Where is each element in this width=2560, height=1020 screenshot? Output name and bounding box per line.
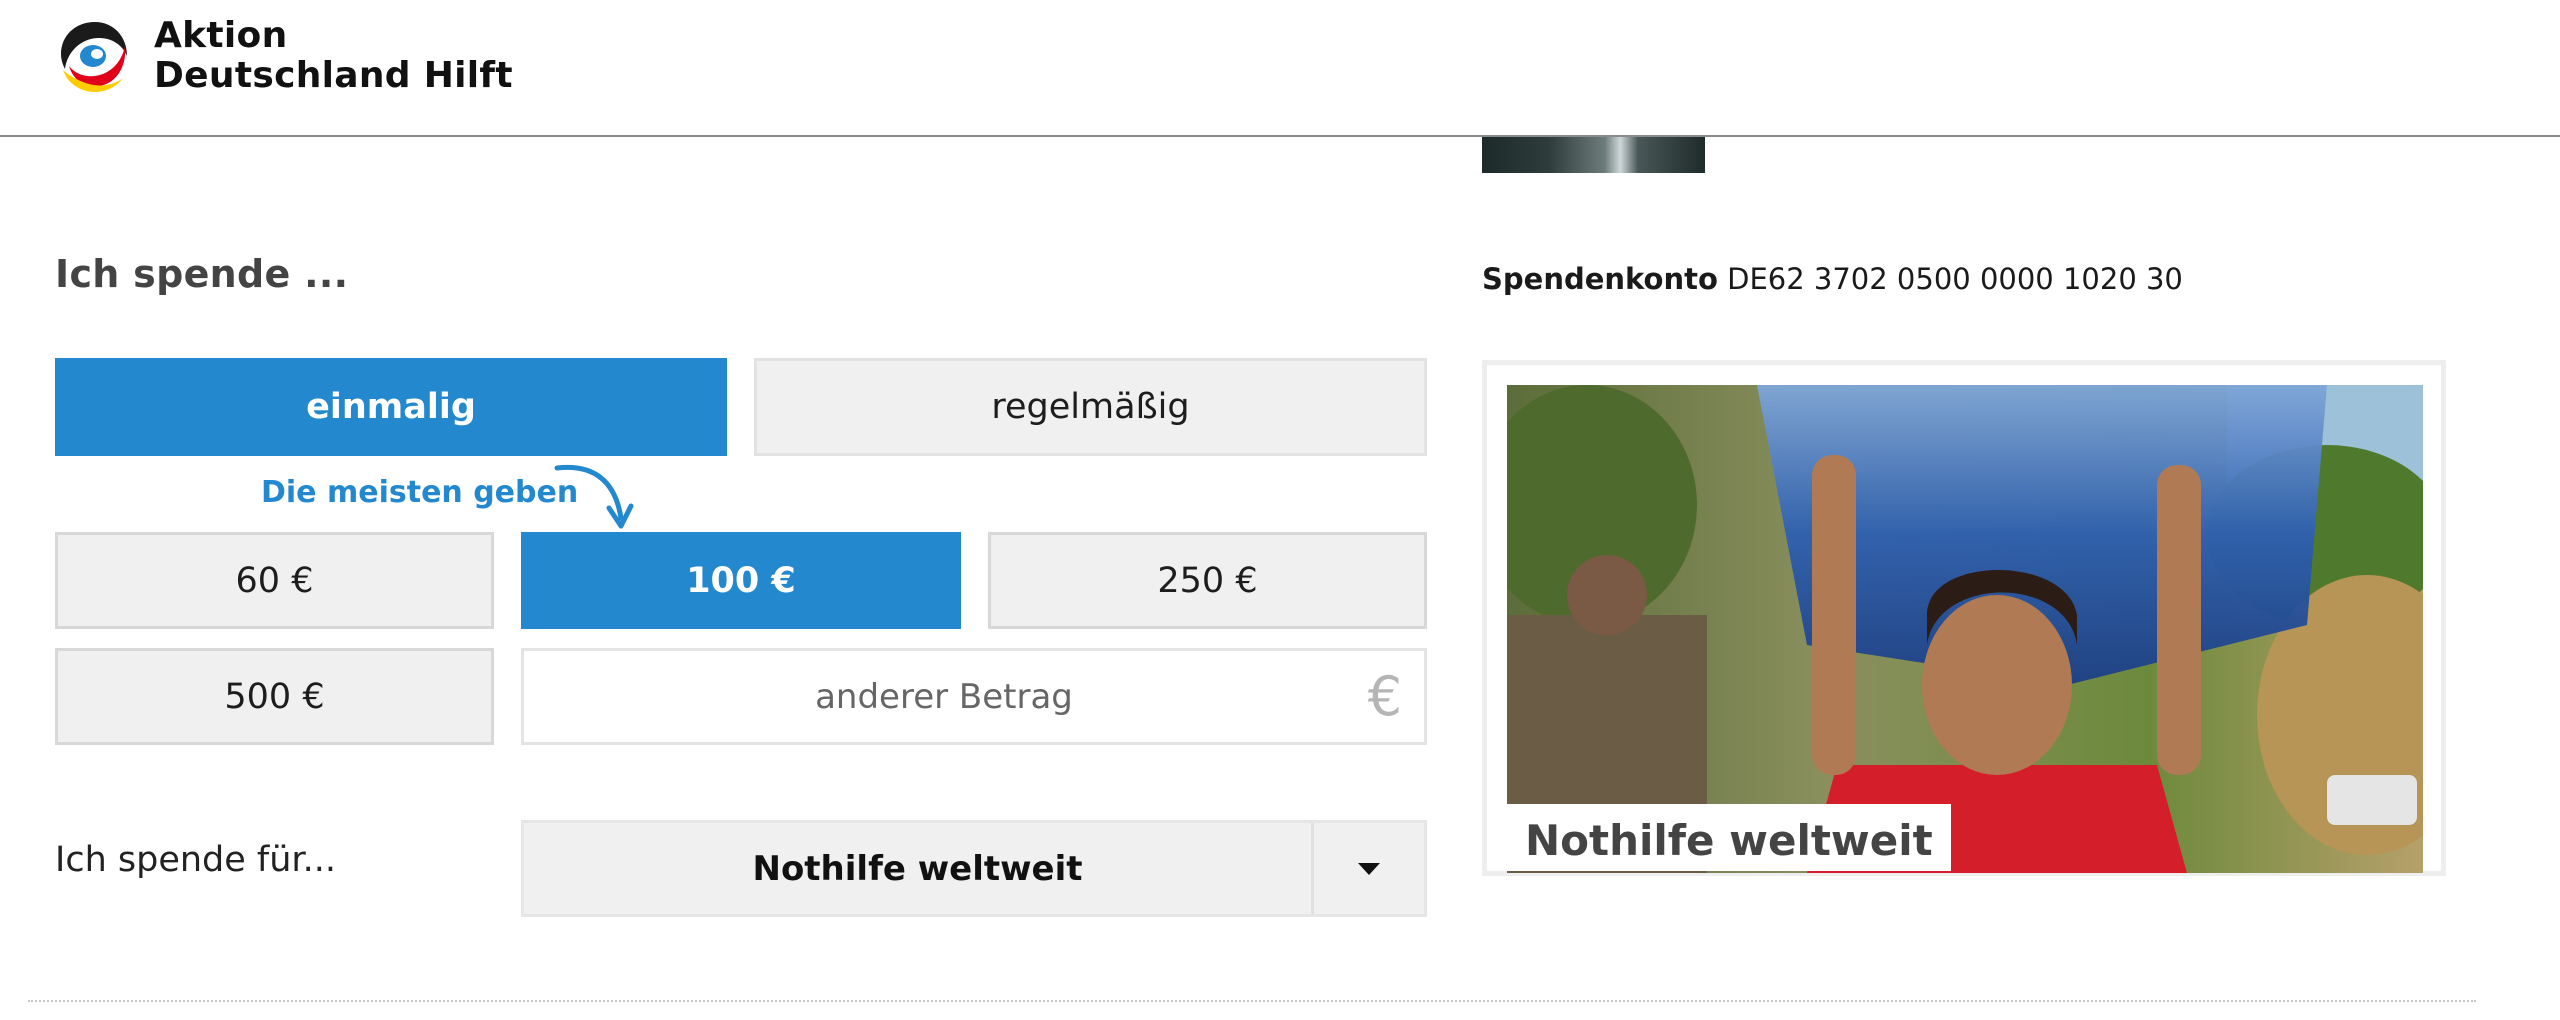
other-amount-input[interactable] xyxy=(524,651,1424,742)
account-iban: DE62 3702 0500 0000 1020 30 xyxy=(1727,262,2183,296)
amount-250-button[interactable]: 250 € xyxy=(988,532,1427,629)
caret-down-icon xyxy=(1358,862,1380,875)
purpose-label: Ich spende für... xyxy=(55,840,336,880)
brand-line-1: Aktion xyxy=(154,15,288,56)
amount-500-button[interactable]: 500 € xyxy=(55,648,494,745)
purpose-select[interactable]: Nothilfe weltweit xyxy=(521,820,1427,917)
campaign-card[interactable]: Nothilfe weltweit xyxy=(1482,360,2446,876)
popular-amount-hint: Die meisten geben xyxy=(261,475,579,510)
aktion-deutschland-hilft-logo-icon[interactable] xyxy=(55,16,135,96)
brand-line-2: Deutschland Hilft xyxy=(154,55,513,96)
curved-arrow-icon xyxy=(554,464,634,529)
purpose-select-toggle[interactable] xyxy=(1314,823,1424,914)
form-title: Ich spende ... xyxy=(55,252,349,296)
frequency-once-button[interactable]: einmalig xyxy=(55,358,727,456)
euro-icon: € xyxy=(1367,665,1402,728)
section-divider xyxy=(28,1000,2476,1002)
amount-100-button[interactable]: 100 € xyxy=(521,532,961,629)
girl-carrying-tarp-image xyxy=(1507,385,2423,873)
amount-60-button[interactable]: 60 € xyxy=(55,532,494,629)
brand-name[interactable]: Aktion Deutschland Hilft xyxy=(154,16,513,96)
purpose-select-value[interactable]: Nothilfe weltweit xyxy=(524,823,1314,914)
other-amount-field: € xyxy=(521,648,1427,745)
campaign-card-caption[interactable]: Nothilfe weltweit xyxy=(1507,804,1951,871)
account-label: Spendenkonto xyxy=(1482,262,1718,296)
donation-account: Spendenkonto DE62 3702 0500 0000 1020 30 xyxy=(1482,262,2183,296)
campaign-photo[interactable] xyxy=(1507,385,2423,873)
article-image-partial xyxy=(1482,137,1705,173)
site-header: Aktion Deutschland Hilft xyxy=(0,0,2560,137)
frequency-regular-button[interactable]: regelmäßig xyxy=(754,358,1427,456)
